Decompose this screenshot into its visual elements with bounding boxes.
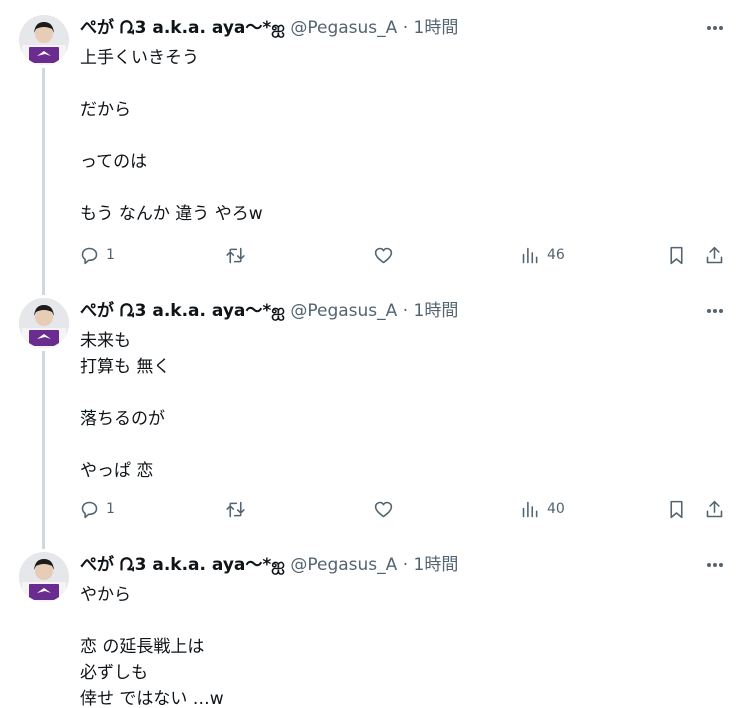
like-button[interactable]: [373, 243, 394, 267]
bookmark-icon: [670, 246, 683, 264]
reply-bubble-icon: [81, 247, 98, 264]
reply-count: 1: [106, 501, 115, 517]
display-name[interactable]: ぺが ᘩ3 a.k.a. aya〜*ஐ: [80, 18, 285, 38]
avatar-image: [19, 15, 69, 65]
handle[interactable]: @Pegasus_A: [290, 555, 397, 575]
separator: ·: [402, 301, 409, 321]
tweet-line: もう なんか 違う やろw: [80, 204, 263, 224]
tweet-line: 倖せ ではない …w: [80, 689, 224, 708]
tweet-line: 未来も: [80, 331, 131, 351]
avatar[interactable]: [19, 298, 69, 348]
tweet-line: [80, 71, 680, 97]
tweet-text: 未来も 打算も 無く 落ちるのが やっぱ 恋: [80, 328, 680, 484]
thread-line: [42, 537, 45, 549]
view-count: 40: [547, 501, 565, 517]
share-button[interactable]: [704, 243, 725, 267]
tweet-line: だから: [80, 100, 131, 120]
reply-button[interactable]: 1: [79, 497, 115, 521]
analytics-bars-icon: [522, 501, 538, 517]
more-horizontal-icon[interactable]: [702, 17, 728, 39]
handle[interactable]: @Pegasus_A: [290, 301, 397, 321]
tweet-line: 必ずしも: [80, 663, 148, 683]
bookmark-button[interactable]: [666, 497, 687, 521]
display-name[interactable]: ぺが ᘩ3 a.k.a. aya〜*ஐ: [80, 301, 285, 321]
reply-bubble-icon: [81, 501, 98, 518]
tweet-line: ってのは: [80, 152, 148, 172]
avatar[interactable]: [19, 15, 69, 65]
tweet-line: 打算も 無く: [80, 357, 171, 377]
separator: ·: [402, 555, 409, 575]
heart-icon: [374, 501, 393, 517]
bookmark-icon: [670, 500, 683, 518]
handle[interactable]: @Pegasus_A: [290, 18, 397, 38]
tweet-line: 上手くいきそう: [80, 48, 199, 68]
share-upload-icon: [706, 246, 723, 263]
heart-icon: [374, 247, 393, 263]
tweet-line: 恋 の延長戦上は: [80, 637, 205, 657]
tweet-text: やから 恋 の延長戦上は 必ずしも 倖せ ではない …w: [80, 582, 680, 708]
tweet-line: [80, 175, 680, 201]
tweet-line: [80, 123, 680, 149]
timestamp[interactable]: 1時間: [414, 301, 459, 321]
tweet-line: [80, 380, 680, 406]
retweet-button[interactable]: [225, 243, 246, 267]
tweet-1[interactable]: ぺが ᘩ3 a.k.a. aya〜*ஐ @Pegasus_A · 1時間 上手く…: [0, 0, 746, 290]
avatar[interactable]: [19, 552, 69, 602]
tweet-2[interactable]: ぺが ᘩ3 a.k.a. aya〜*ஐ @Pegasus_A · 1時間 未来も…: [0, 283, 746, 537]
action-bar: 1 40: [0, 497, 746, 521]
thread-line: [42, 283, 45, 295]
tweet-3[interactable]: ぺが ᘩ3 a.k.a. aya〜*ஐ @Pegasus_A · 1時間 やから…: [0, 537, 746, 708]
tweet-header: ぺが ᘩ3 a.k.a. aya〜*ஐ @Pegasus_A · 1時間: [80, 554, 696, 576]
separator: ·: [402, 18, 409, 38]
tweet-line: 落ちるのが: [80, 409, 165, 429]
tweet-line: やっぱ 恋: [80, 461, 154, 481]
tweet-line: やから: [80, 585, 131, 605]
like-button[interactable]: [373, 497, 394, 521]
display-name[interactable]: ぺが ᘩ3 a.k.a. aya〜*ஐ: [80, 555, 285, 575]
retweet-icon: [226, 501, 245, 517]
tweet-text: 上手くいきそう だから ってのは もう なんか 違う やろw: [80, 45, 680, 227]
views-button[interactable]: 40: [520, 497, 565, 521]
analytics-bars-icon: [522, 247, 538, 263]
avatar-image: [19, 298, 69, 348]
tweet-header: ぺが ᘩ3 a.k.a. aya〜*ஐ @Pegasus_A · 1時間: [80, 17, 696, 39]
action-bar: 1 46: [0, 243, 746, 267]
retweet-icon: [226, 247, 245, 263]
view-count: 46: [547, 247, 565, 263]
views-button[interactable]: 46: [520, 243, 565, 267]
avatar-image: [19, 552, 69, 602]
share-upload-icon: [706, 500, 723, 517]
reply-count: 1: [106, 247, 115, 263]
tweet-header: ぺが ᘩ3 a.k.a. aya〜*ஐ @Pegasus_A · 1時間: [80, 300, 696, 322]
retweet-button[interactable]: [225, 497, 246, 521]
timestamp[interactable]: 1時間: [414, 18, 459, 38]
share-button[interactable]: [704, 497, 725, 521]
reply-button[interactable]: 1: [79, 243, 115, 267]
tweet-line: [80, 432, 680, 458]
timestamp[interactable]: 1時間: [414, 555, 459, 575]
more-horizontal-icon[interactable]: [702, 300, 728, 322]
tweet-line: [80, 608, 680, 634]
more-horizontal-icon[interactable]: [702, 554, 728, 576]
bookmark-button[interactable]: [666, 243, 687, 267]
